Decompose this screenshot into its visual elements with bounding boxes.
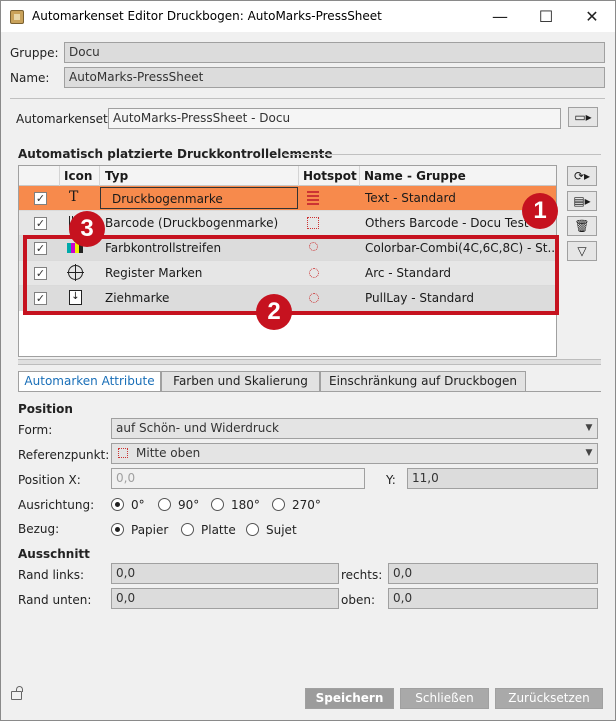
position-x-label: Position X:: [18, 473, 81, 487]
column-header-hotspot[interactable]: Hotspot: [303, 169, 357, 183]
position-y-label: Y:: [386, 473, 396, 487]
form-value: auf Schön- und Widerdruck: [116, 421, 279, 435]
refresh-icon: ⟳▸: [573, 169, 591, 183]
document-icon: ▤▸: [573, 194, 591, 208]
ausschnitt-section-title: Ausschnitt: [18, 547, 90, 561]
divider: [18, 391, 601, 392]
close-dialog-button[interactable]: Schließen: [400, 688, 489, 709]
add-mark-button[interactable]: ▤▸: [567, 191, 597, 211]
position-section-title: Position: [18, 402, 73, 416]
referenzpunkt-select[interactable]: Mitte oben ▼: [111, 443, 598, 464]
form-select[interactable]: auf Schön- und Widerdruck ▼: [111, 418, 598, 439]
ausrichtung-90-label: 90°: [178, 498, 200, 512]
close-button[interactable]: ✕: [569, 1, 615, 32]
chevron-down-icon: ▼: [585, 448, 593, 458]
panel-splitter[interactable]: [18, 359, 601, 365]
chevron-down-icon: ▼: [585, 423, 593, 433]
typ-edit-cell[interactable]: Druckbogenmarke: [100, 187, 298, 209]
ausrichtung-180-label: 180°: [231, 498, 260, 512]
monitor-icon: ▭▸: [574, 110, 592, 124]
column-header-typ[interactable]: Typ: [105, 169, 128, 183]
row-typ: Barcode (Druckbogenmarke): [105, 216, 279, 230]
tab-einschraenkung[interactable]: Einschränkung auf Druckbogen: [320, 371, 526, 392]
referenzpunkt-value: Mitte oben: [136, 446, 201, 460]
rand-unten-label: Rand unten:: [18, 593, 92, 607]
table-row[interactable]: ✓ T Druckbogenmarke Text - Standard: [19, 186, 556, 211]
rand-links-field[interactable]: 0,0: [111, 563, 339, 584]
hotspot-icon: [307, 217, 319, 229]
name-field[interactable]: AutoMarks-PressSheet: [64, 67, 605, 88]
row-checkbox[interactable]: ✓: [34, 217, 47, 230]
delete-button[interactable]: 🗑: [567, 216, 597, 236]
filter-icon: ▽: [577, 244, 587, 258]
bezug-platte-radio[interactable]: [181, 523, 194, 536]
rand-unten-field[interactable]: 0,0: [111, 588, 339, 609]
referenzpunkt-label: Referenzpunkt:: [18, 448, 110, 462]
column-header-name-gruppe[interactable]: Name - Gruppe: [364, 169, 466, 183]
minimize-button[interactable]: —: [477, 1, 523, 32]
window-title: Automarkenset Editor Druckbogen: AutoMar…: [32, 9, 382, 23]
ausrichtung-270-radio[interactable]: [272, 498, 285, 511]
save-button[interactable]: Speichern: [305, 688, 394, 709]
reset-button[interactable]: Zurücksetzen: [495, 688, 603, 709]
rand-links-label: Rand links:: [18, 568, 84, 582]
divider: [10, 98, 605, 99]
ausrichtung-label: Ausrichtung:: [18, 498, 95, 512]
automarkenset-field[interactable]: AutoMarks-PressSheet - Docu: [108, 108, 561, 129]
trash-icon: 🗑: [574, 219, 590, 233]
tab-farben-skalierung[interactable]: Farben und Skalierung: [161, 371, 320, 392]
highlight-box: [23, 235, 559, 315]
tab-automarken-attribute[interactable]: Automarken Attribute: [18, 371, 161, 392]
bezug-platte-label: Platte: [201, 523, 236, 537]
row-typ: Druckbogenmarke: [112, 192, 223, 206]
ausrichtung-0-label: 0°: [131, 498, 145, 512]
refresh-button[interactable]: ⟳▸: [567, 166, 597, 186]
bezug-papier-label: Papier: [131, 523, 169, 537]
app-icon: [10, 10, 24, 24]
hotspot-icon: [307, 191, 319, 205]
ausrichtung-90-radio[interactable]: [158, 498, 171, 511]
gruppe-label: Gruppe:: [10, 46, 59, 60]
callout-3: 3: [69, 211, 105, 247]
callout-1: 1: [522, 193, 558, 229]
text-mark-icon: T: [69, 189, 79, 205]
title-bar: Automarkenset Editor Druckbogen: AutoMar…: [1, 1, 615, 32]
editor-window: Automarkenset Editor Druckbogen: AutoMar…: [0, 0, 616, 721]
automarkenset-label: Automarkenset:: [16, 112, 112, 126]
ausrichtung-180-radio[interactable]: [211, 498, 224, 511]
column-header-icon[interactable]: Icon: [64, 169, 92, 183]
gruppe-field[interactable]: Docu: [64, 42, 605, 63]
row-name-gruppe: Text - Standard: [365, 191, 456, 205]
row-checkbox[interactable]: ✓: [34, 192, 47, 205]
row-name-gruppe: Others Barcode - Docu Test: [365, 216, 529, 230]
name-label: Name:: [10, 71, 50, 85]
bezug-sujet-label: Sujet: [266, 523, 297, 537]
set-menu-button[interactable]: ▭▸: [568, 107, 598, 127]
oben-field[interactable]: 0,0: [388, 588, 598, 609]
rechts-label: rechts:: [341, 568, 383, 582]
ausrichtung-0-radio[interactable]: [111, 498, 124, 511]
maximize-button[interactable]: ☐: [523, 1, 569, 32]
bezug-label: Bezug:: [18, 522, 60, 536]
bezug-sujet-radio[interactable]: [246, 523, 259, 536]
form-label: Form:: [18, 423, 53, 437]
hotspot-icon: [118, 448, 128, 458]
position-y-field[interactable]: 11,0: [407, 468, 598, 489]
ausrichtung-270-label: 270°: [292, 498, 321, 512]
filter-button[interactable]: ▽: [567, 241, 597, 261]
callout-2: 2: [256, 294, 292, 330]
lock-icon[interactable]: [11, 686, 23, 700]
oben-label: oben:: [341, 593, 375, 607]
bezug-papier-radio[interactable]: [111, 523, 124, 536]
position-x-field[interactable]: 0,0: [111, 468, 365, 489]
rechts-field[interactable]: 0,0: [388, 563, 598, 584]
divider: [283, 154, 601, 155]
